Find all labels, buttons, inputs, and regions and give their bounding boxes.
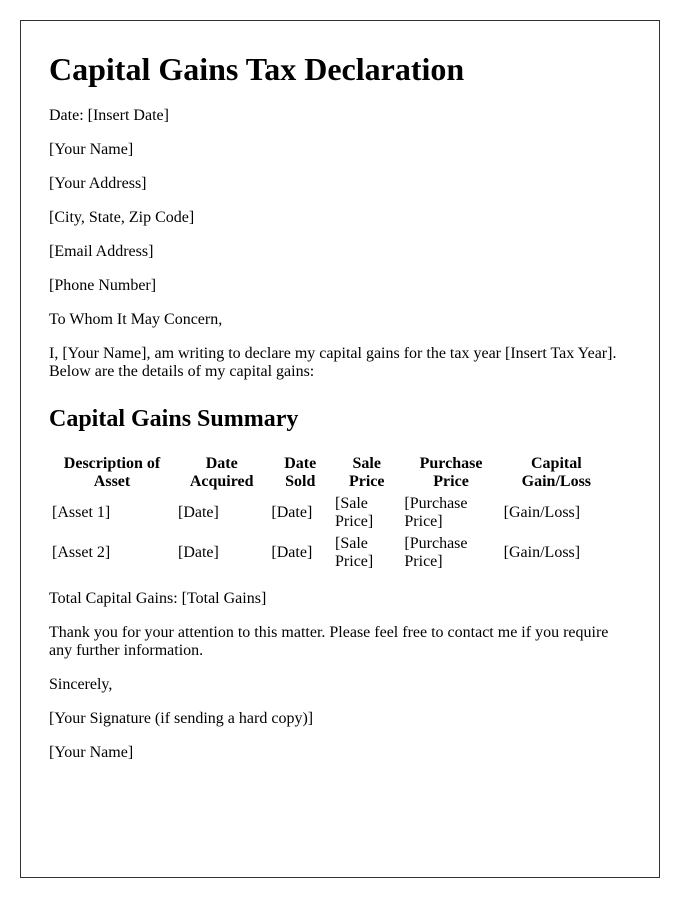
total-capital-gains: Total Capital Gains: [Total Gains]: [49, 590, 267, 607]
column-header-date-sold: Date Sold: [284, 455, 317, 490]
sender-email: [Email Address]: [49, 243, 154, 260]
sender-city-state-zip: [City, State, Zip Code]: [49, 209, 195, 226]
cell-date-acquired: [Date]: [178, 504, 219, 521]
salutation: To Whom It May Concern,: [49, 311, 223, 328]
letter-page: Capital Gains Tax Declaration Date: [Ins…: [20, 20, 660, 878]
cell-gain-loss: [Gain/Loss]: [503, 544, 581, 561]
capital-gains-table: Description of Asset Date Acquired Date …: [48, 452, 613, 574]
sender-phone: [Phone Number]: [49, 277, 157, 294]
cell-purchase-price: [Purchase Price]: [404, 535, 468, 570]
sign-off: Sincerely,: [49, 676, 113, 693]
cell-gain-loss: [Gain/Loss]: [503, 504, 581, 521]
table-header-row: Description of Asset Date Acquired Date …: [50, 454, 611, 492]
closing-paragraph: Thank you for your attention to this mat…: [49, 624, 609, 659]
cell-description: [Asset 2]: [52, 544, 111, 561]
date-line: Date: [Insert Date]: [49, 107, 169, 124]
signer-name: [Your Name]: [49, 744, 134, 761]
summary-heading: Capital Gains Summary: [49, 406, 299, 432]
intro-paragraph: I, [Your Name], am writing to declare my…: [49, 345, 617, 380]
cell-sale-price: [Sale Price]: [335, 495, 374, 530]
signature-line: [Your Signature (if sending a hard copy)…: [49, 710, 314, 727]
cell-purchase-price: [Purchase Price]: [404, 495, 468, 530]
column-header-gain-loss: Capital Gain/Loss: [521, 455, 592, 490]
column-header-sale-price: Sale Price: [348, 455, 385, 490]
cell-date-sold: [Date]: [271, 544, 313, 561]
column-header-purchase-price: Purchase Price: [419, 455, 483, 490]
cell-date-sold: [Date]: [271, 504, 313, 521]
table-row: [Asset 1] [Date] [Date] [Sale Price] [Pu…: [50, 494, 611, 532]
sender-address: [Your Address]: [49, 175, 147, 192]
document-title: Capital Gains Tax Declaration: [49, 51, 465, 87]
column-header-date-acquired: Date Acquired: [189, 455, 254, 490]
sender-name: [Your Name]: [49, 141, 134, 158]
column-header-description: Description of Asset: [63, 455, 161, 490]
cell-description: [Asset 1]: [52, 504, 111, 521]
table-row: [Asset 2] [Date] [Date] [Sale Price] [Pu…: [50, 534, 611, 572]
cell-sale-price: [Sale Price]: [335, 535, 374, 570]
cell-date-acquired: [Date]: [178, 544, 219, 561]
